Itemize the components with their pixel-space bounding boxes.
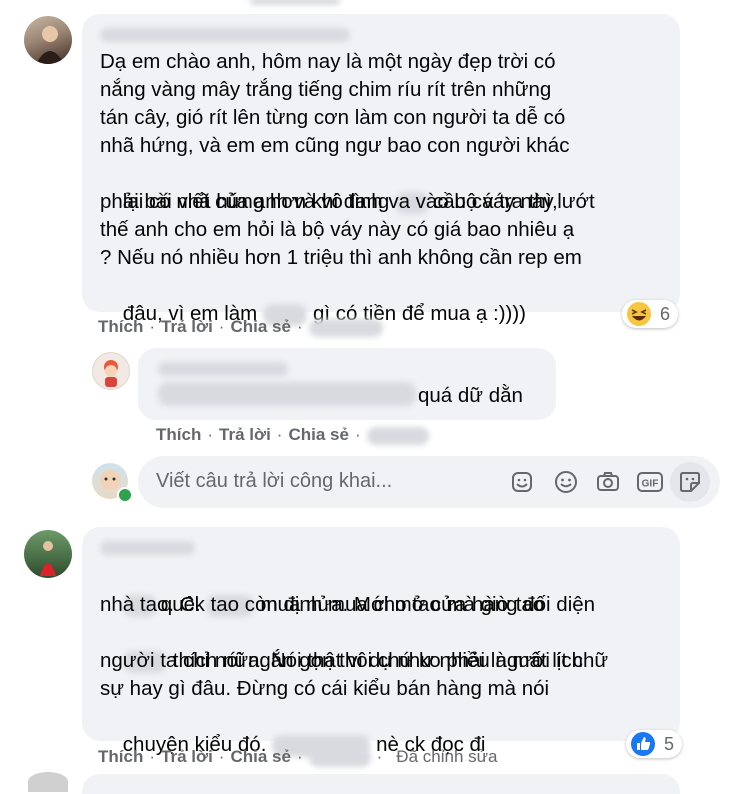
comment-line: phải bài viết của anh và vô tình va vào …: [100, 190, 558, 213]
reaction-summary[interactable]: 6: [622, 300, 679, 328]
comment-line: nhà tao. Ck tao còn định mua cho tao mà …: [100, 593, 545, 616]
reply-link[interactable]: Trả lời: [161, 317, 213, 336]
comment-line: đâu, vì em làm gì có tiền để mua ạ :)))): [100, 272, 526, 356]
like-link[interactable]: Thích: [98, 747, 143, 766]
gif-icon[interactable]: GIF: [634, 466, 666, 498]
reply-link[interactable]: Trả lời: [219, 425, 271, 444]
timestamp-redacted[interactable]: [308, 748, 371, 767]
timestamp-redacted[interactable]: [308, 318, 383, 337]
haha-emoji-icon: [627, 302, 651, 326]
share-link[interactable]: Chia sẻ: [288, 425, 348, 444]
next-comment-bubble-partial: [82, 774, 680, 794]
reaction-count: 5: [664, 733, 675, 754]
like-link[interactable]: Thích: [156, 425, 201, 444]
reaction-summary[interactable]: 5: [626, 730, 683, 758]
edited-label[interactable]: Đã chỉnh sửa: [396, 747, 497, 766]
commenter-name[interactable]: [100, 539, 195, 557]
avatar[interactable]: [24, 16, 72, 64]
reply-author[interactable]: [158, 360, 288, 378]
share-link[interactable]: Chia sẻ: [230, 747, 290, 766]
comment-line: sự hay gì đâu. Đừng có cái kiểu bán hàng…: [100, 677, 550, 700]
commenter-name[interactable]: [100, 26, 350, 44]
reply-text: quá dữ dằn: [418, 384, 523, 407]
reply-bubble: quá dữ dằn: [138, 348, 556, 420]
comment-actions: Thích · Trả lời · Chia sẻ · · Đã chỉnh sửa: [98, 747, 498, 767]
person-avatar-icon: [36, 26, 64, 64]
emoji-icon[interactable]: [550, 466, 582, 498]
reply-actions: Thích · Trả lời · Chia sẻ ·: [156, 425, 429, 445]
cartoon-avatar-icon: [104, 360, 118, 387]
comment-line: nắng vàng mây trắng tiếng chim ríu rít t…: [100, 78, 552, 101]
reply-redacted-text: [158, 382, 416, 406]
comment-line: tán cây, gió rít lên từng cơn làm con ng…: [100, 106, 566, 129]
reply-input-placeholder: Viết câu trả lời công khai...: [156, 470, 393, 492]
comment-line: nhã hứng, và em em cũng ngư bao con ngườ…: [100, 134, 570, 157]
like-link[interactable]: Thích: [98, 317, 143, 336]
avatar[interactable]: [92, 352, 130, 390]
comment-line: người ta chỉ nói ngắn gọn thôi chứ ko ph…: [100, 649, 584, 672]
top-edge-meta: [250, 0, 370, 5]
comment-actions: Thích · Trả lời · Chia sẻ ·: [98, 317, 383, 337]
next-comment-avatar-partial: [28, 772, 68, 792]
person-avatar-icon: [40, 541, 56, 576]
like-icon: [631, 732, 655, 756]
sticker-face-icon[interactable]: [670, 462, 710, 502]
reply-input-box[interactable]: Viết câu trả lời công khai... GIF: [138, 456, 720, 508]
comment-line: Dạ em chào anh, hôm nay là một ngày đẹp …: [100, 50, 556, 73]
comment-bubble: Dạ em chào anh, hôm nay là một ngày đẹp …: [82, 14, 680, 326]
reply-link[interactable]: Trả lời: [161, 747, 213, 766]
svg-text:GIF: GIF: [642, 479, 659, 490]
avatar[interactable]: [24, 530, 72, 578]
comment-bubble: quê. mua nửa. Mới mở cửa hàng đối diện n…: [82, 527, 680, 757]
timestamp-redacted[interactable]: [366, 426, 429, 445]
online-status-dot: [117, 487, 133, 503]
comment-line: thế anh cho em hỏi là bộ váy này có giá …: [100, 218, 575, 241]
reaction-count: 6: [660, 303, 671, 324]
sticker-icon[interactable]: [506, 466, 538, 498]
share-link[interactable]: Chia sẻ: [230, 317, 290, 336]
comment-line: ? Nếu nó nhiều hơn 1 triệu thì anh không…: [100, 246, 582, 269]
camera-icon[interactable]: [592, 466, 624, 498]
